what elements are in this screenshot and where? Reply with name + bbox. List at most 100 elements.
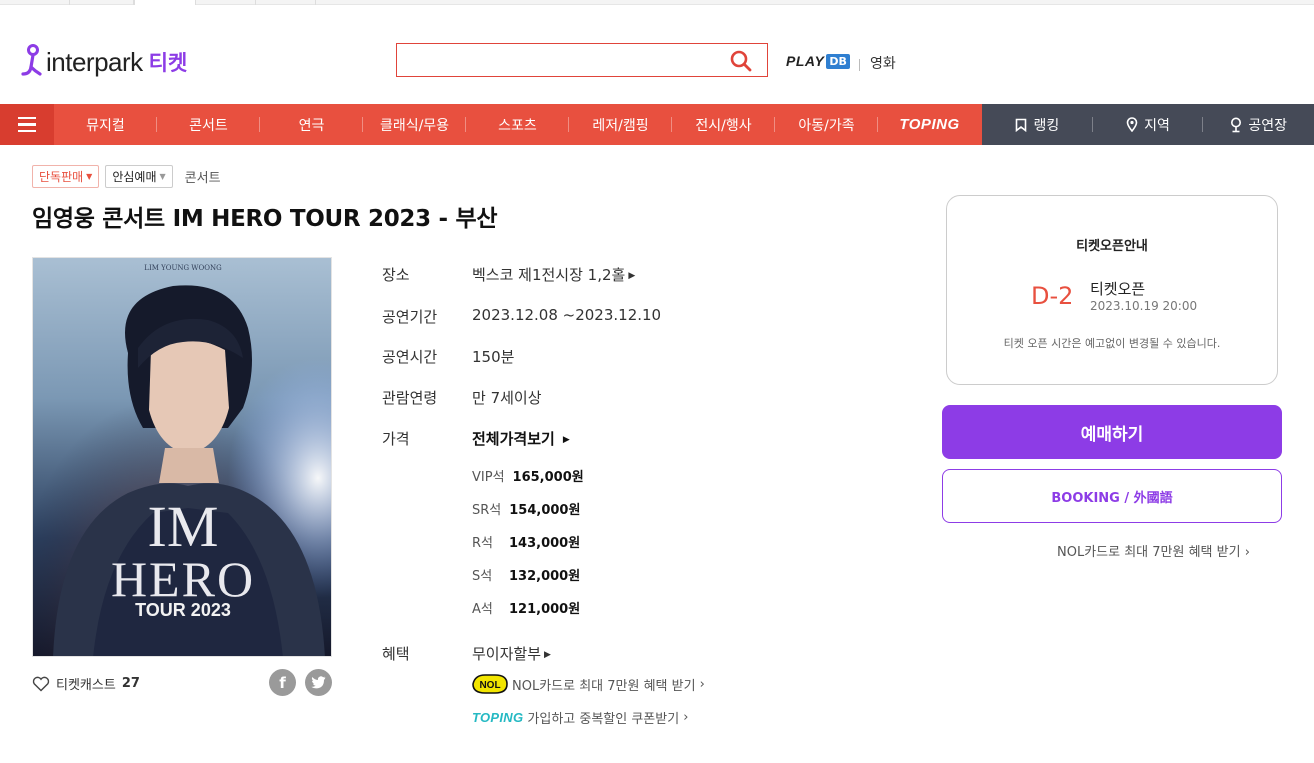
- age-value: 만 7세이상: [472, 389, 542, 407]
- playdb-link[interactable]: PLAY DB: [786, 53, 850, 69]
- caret-right-icon: ▶: [562, 435, 570, 445]
- product-tags: 단독판매 ▼ 안심예매 ▼ 콘서트: [32, 165, 221, 188]
- ticket-open-date: 2023.10.19 20:00: [1090, 299, 1198, 313]
- ticket-open-label: 티켓오픈: [1090, 280, 1146, 298]
- interpark-ticket-logo[interactable]: interpark 티켓: [18, 44, 187, 80]
- info-row-age: 관람연령 만 7세이상: [382, 387, 542, 408]
- benefit-value: 무이자할부: [472, 645, 542, 663]
- toping-logo: TOPING: [472, 710, 524, 725]
- seat-price: 143,000원: [509, 536, 581, 551]
- menu-hamburger-icon[interactable]: [0, 104, 54, 145]
- ticket-open-note: 티켓 오픈 시간은 예고없이 변경될 수 있습니다.: [1003, 337, 1221, 350]
- logo-ticket-text: 티켓: [148, 51, 188, 75]
- nav-item-exhibition[interactable]: 전시/행사: [672, 104, 775, 145]
- benefit-link[interactable]: 무이자할부 ▶: [472, 643, 551, 664]
- seat-price: 154,000원: [509, 503, 581, 518]
- nav-item-sports[interactable]: 스포츠: [466, 104, 569, 145]
- chevron-down-icon: ▼: [159, 172, 166, 181]
- price-row: R석 143,000원: [472, 532, 580, 551]
- nol-badge-icon: NOL: [472, 674, 508, 694]
- site-header: interpark 티켓 PLAY DB 영화: [0, 5, 1314, 104]
- price-all-link[interactable]: 전체가격보기 ▶: [472, 428, 570, 449]
- info-row-runtime: 공연시간 150분: [382, 346, 514, 367]
- twitter-share-icon[interactable]: [305, 669, 332, 696]
- seat-grade: R석: [472, 536, 493, 551]
- price-row: SR석 154,000원: [472, 499, 580, 518]
- seat-grade: A석: [472, 602, 493, 617]
- nav-item-classic-dance[interactable]: 클래식/무용: [363, 104, 466, 145]
- playdb-db-text: DB: [826, 53, 850, 69]
- nav-venue-label: 공연장: [1248, 117, 1287, 134]
- facebook-share-icon[interactable]: f: [269, 669, 296, 696]
- nav-ranking[interactable]: 랭킹: [982, 104, 1093, 145]
- nav-item-play[interactable]: 연극: [260, 104, 363, 145]
- movie-link[interactable]: 영화: [870, 53, 896, 73]
- heart-icon[interactable]: [32, 676, 50, 692]
- location-pin-icon: [1126, 117, 1138, 132]
- nav-item-musical[interactable]: 뮤지컬: [54, 104, 157, 145]
- info-row-benefit: 혜택 무이자할부 ▶: [382, 643, 551, 664]
- nav-region[interactable]: 지역: [1093, 104, 1204, 145]
- toping-promo[interactable]: TOPING 가입하고 중복할인 쿠폰받기 ›: [472, 708, 688, 727]
- chevron-right-icon: ›: [683, 710, 689, 725]
- ticketcast-count: 27: [121, 676, 140, 691]
- nav-venue[interactable]: 공연장: [1203, 104, 1314, 145]
- seat-price: 165,000원: [512, 470, 584, 485]
- page-title: 임영웅 콘서트 IM HERO TOUR 2023 - 부산: [32, 206, 498, 232]
- main-nav: 뮤지컬 콘서트 연극 클래식/무용 스포츠 레저/캠핑 전시/행사 아동/가족 …: [0, 104, 1314, 145]
- nav-item-leisure-camping[interactable]: 레저/캠핑: [569, 104, 672, 145]
- caret-right-icon: ▶: [628, 271, 636, 281]
- info-row-period: 공연기간 2023.12.08 ~2023.12.10: [382, 306, 661, 327]
- logo-text: interpark: [46, 46, 143, 77]
- nol-card-link[interactable]: NOL카드로 최대 7만원 혜택 받기 ›: [1057, 541, 1250, 560]
- ticket-open-title: 티켓오픈안내: [1076, 239, 1148, 254]
- nol-card-promo[interactable]: NOL NOL카드로 최대 7만원 혜택 받기 ›: [472, 673, 705, 695]
- price-row: A석 121,000원: [472, 598, 580, 617]
- price-label: 가격: [382, 430, 410, 448]
- header-divider: [859, 59, 860, 71]
- venue-value: 벡스코 제1전시장 1,2홀: [472, 266, 626, 284]
- venue-label: 장소: [382, 266, 410, 284]
- runtime-value: 150분: [472, 348, 515, 366]
- poster-title-line3: TOUR 2023: [135, 600, 231, 620]
- safe-booking-label: 안심예매: [112, 170, 157, 184]
- age-label: 관람연령: [382, 389, 438, 407]
- exclusive-sale-tag[interactable]: 단독판매 ▼: [32, 165, 100, 188]
- foreign-booking-button[interactable]: BOOKING / 外國語: [942, 469, 1282, 523]
- nav-item-toping[interactable]: TOPING: [878, 104, 981, 145]
- ticketcast[interactable]: 티켓캐스트 27: [32, 674, 140, 693]
- nav-ranking-label: 랭킹: [1033, 117, 1060, 134]
- playdb-play-text: PLAY: [786, 53, 825, 69]
- nav-item-concert[interactable]: 콘서트: [157, 104, 260, 145]
- search-input[interactable]: [405, 44, 725, 74]
- book-button[interactable]: 예매하기: [942, 405, 1282, 459]
- toping-promo-text: 가입하고 중복할인 쿠폰받기: [527, 712, 680, 727]
- search-box: [396, 43, 768, 77]
- search-icon[interactable]: [729, 49, 753, 73]
- ticket-open-info: 티켓오픈안내 D-2 티켓오픈 2023.10.19 20:00 티켓 오픈 시…: [946, 195, 1278, 385]
- poster-image[interactable]: LIM YOUNG WOONG IM HERO TOUR 2023: [32, 257, 332, 657]
- chevron-right-icon: ›: [699, 676, 705, 692]
- info-row-price: 가격 전체가격보기 ▶: [382, 428, 570, 449]
- nol-promo-text: NOL카드로 최대 7만원 혜택 받기: [512, 678, 696, 694]
- period-value: 2023.12.08 ~2023.12.10: [472, 306, 662, 324]
- price-row: VIP석 165,000원: [472, 466, 584, 485]
- nav-region-label: 지역: [1144, 117, 1170, 134]
- seat-grade: S석: [472, 569, 493, 584]
- price-row: S석 132,000원: [472, 565, 580, 584]
- seat-price: 121,000원: [509, 602, 581, 617]
- seat-grade: VIP석: [472, 470, 505, 485]
- period-label: 공연기간: [382, 308, 438, 326]
- genre-menu: 뮤지컬 콘서트 연극 클래식/무용 스포츠 레저/캠핑 전시/행사 아동/가족 …: [54, 104, 982, 145]
- venue-link[interactable]: 벡스코 제1전시장 1,2홀 ▶: [472, 264, 635, 285]
- dday-counter: D-2: [1031, 282, 1074, 310]
- seat-price: 132,000원: [509, 569, 581, 584]
- info-row-venue: 장소 벡스코 제1전시장 1,2홀 ▶: [382, 264, 635, 285]
- poster-artist-name: LIM YOUNG WOONG: [144, 264, 222, 272]
- chevron-down-icon: ▼: [86, 172, 93, 181]
- safe-booking-tag[interactable]: 안심예매 ▼: [105, 165, 173, 188]
- nav-item-kids-family[interactable]: 아동/가족: [775, 104, 878, 145]
- nav-right-menu: 랭킹 지역 공연장: [982, 104, 1314, 145]
- chevron-right-icon: ›: [1244, 545, 1250, 560]
- seat-grade: SR석: [472, 503, 502, 518]
